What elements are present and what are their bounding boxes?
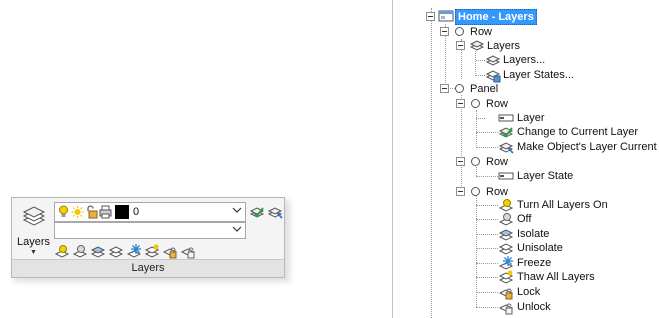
tree-node-off[interactable]: Off [517, 212, 531, 226]
tree-connector [476, 263, 498, 264]
layer-states-icon [485, 70, 501, 83]
tree-node-turn-all-layers-on[interactable]: Turn All Layers On [517, 198, 608, 212]
tree-node-change-to-current-layer[interactable]: Change to Current Layer [517, 125, 638, 139]
layer-stack-icon [22, 206, 46, 226]
tree-connector [476, 167, 477, 176]
tree-node-layers[interactable]: Layers [487, 39, 520, 53]
tree-connector [476, 248, 498, 249]
expander-icon[interactable] [440, 84, 449, 93]
expander-icon[interactable] [456, 99, 465, 108]
unlocked-icon[interactable] [85, 205, 98, 219]
tree-connector [476, 147, 498, 148]
tree-node-layer-states[interactable]: Layer States... [503, 68, 574, 82]
tree-connector [476, 234, 498, 235]
dropdown-arrow-icon[interactable]: ▼ [30, 249, 37, 256]
tree-node-panel[interactable]: Panel [470, 82, 498, 96]
tree-connector [476, 196, 477, 307]
layer-color-swatch [115, 205, 129, 219]
chevron-down-icon[interactable] [231, 223, 243, 235]
layer-dropdown[interactable]: 0 [54, 202, 246, 222]
row-circle-icon [455, 27, 464, 36]
freeze-icon[interactable] [126, 243, 142, 259]
tree-connector [476, 118, 485, 119]
expander-icon[interactable] [456, 41, 465, 50]
change-to-current-layer-icon [498, 127, 514, 138]
thaw-all-layers-icon [498, 270, 514, 284]
row-circle-icon [471, 99, 480, 108]
tree-connector [476, 292, 498, 293]
expander-icon[interactable] [440, 27, 449, 36]
layers-group-icon [469, 40, 485, 51]
tree-node-unlock[interactable]: Unlock [517, 300, 551, 314]
expander-icon[interactable] [456, 187, 465, 196]
layer-properties-label: Layers [17, 236, 51, 248]
tree-node-layers-dialog[interactable]: Layers... [503, 53, 545, 67]
tree-node-layer[interactable]: Layer [517, 111, 545, 125]
tree-connector [476, 277, 498, 278]
tree-node-row[interactable]: Row [486, 155, 508, 169]
tree-connector [475, 51, 476, 76]
make-object-layer-current-icon [498, 142, 514, 154]
layer-properties-icon [485, 55, 501, 66]
tree-connector [461, 95, 462, 192]
tree-node-freeze[interactable]: Freeze [517, 256, 551, 270]
tree-node-layer-state[interactable]: Layer State [517, 169, 573, 183]
tree-connector [476, 110, 477, 148]
unisolate-icon [498, 243, 514, 255]
tree-connector [476, 307, 498, 308]
tree-connector [476, 132, 498, 133]
printer-icon[interactable] [99, 205, 112, 219]
panel-title: Layers [12, 259, 284, 277]
tree-connector [476, 176, 498, 177]
layer-properties-button[interactable]: Layers ▼ [16, 202, 52, 256]
expander-icon[interactable] [426, 12, 435, 21]
row-circle-icon [471, 157, 480, 166]
tree-connector [431, 8, 432, 318]
unisolate-icon[interactable] [108, 243, 124, 259]
layer-off-icon[interactable] [72, 243, 88, 259]
lock-icon[interactable] [162, 243, 178, 259]
tree-node-row[interactable]: Row [486, 97, 508, 111]
layer-off-icon [498, 213, 514, 226]
isolate-icon[interactable] [90, 243, 106, 259]
layers-ribbon-panel: Layers ▼ 0 Layers [11, 197, 285, 278]
turn-all-layers-on-icon[interactable] [54, 243, 70, 259]
lightbulb-icon[interactable] [57, 205, 70, 219]
chevron-down-icon[interactable] [231, 204, 243, 216]
tree-connector [476, 205, 498, 206]
tree-connector [476, 60, 485, 61]
make-object-layer-current-icon[interactable] [267, 204, 283, 220]
layer-state-combo-icon [498, 172, 514, 180]
unlock-icon[interactable] [180, 243, 196, 259]
sun-icon[interactable] [71, 205, 84, 219]
tree-node-isolate[interactable]: Isolate [517, 227, 549, 241]
lock-icon [498, 288, 514, 300]
change-to-current-layer-icon[interactable] [249, 204, 265, 220]
tree-root-home-layers[interactable]: Home - Layers [455, 9, 537, 25]
thaw-all-layers-icon[interactable] [144, 243, 160, 259]
tree-node-make-object-layer-current[interactable]: Make Object's Layer Current [517, 140, 657, 154]
layer-state-dropdown[interactable] [54, 222, 246, 239]
tree-node-lock[interactable]: Lock [517, 285, 540, 299]
tree-connector [476, 75, 485, 76]
panel-circle-icon [455, 84, 464, 93]
unlock-icon [498, 303, 514, 315]
expander-icon[interactable] [456, 157, 465, 166]
tree-node-thaw-all-layers[interactable]: Thaw All Layers [517, 270, 595, 284]
tree-node-unisolate[interactable]: Unisolate [517, 241, 563, 255]
row-circle-icon [471, 187, 480, 196]
tree-connector [476, 219, 498, 220]
ribbon-tab-icon [438, 10, 454, 22]
current-layer-name: 0 [133, 206, 140, 218]
